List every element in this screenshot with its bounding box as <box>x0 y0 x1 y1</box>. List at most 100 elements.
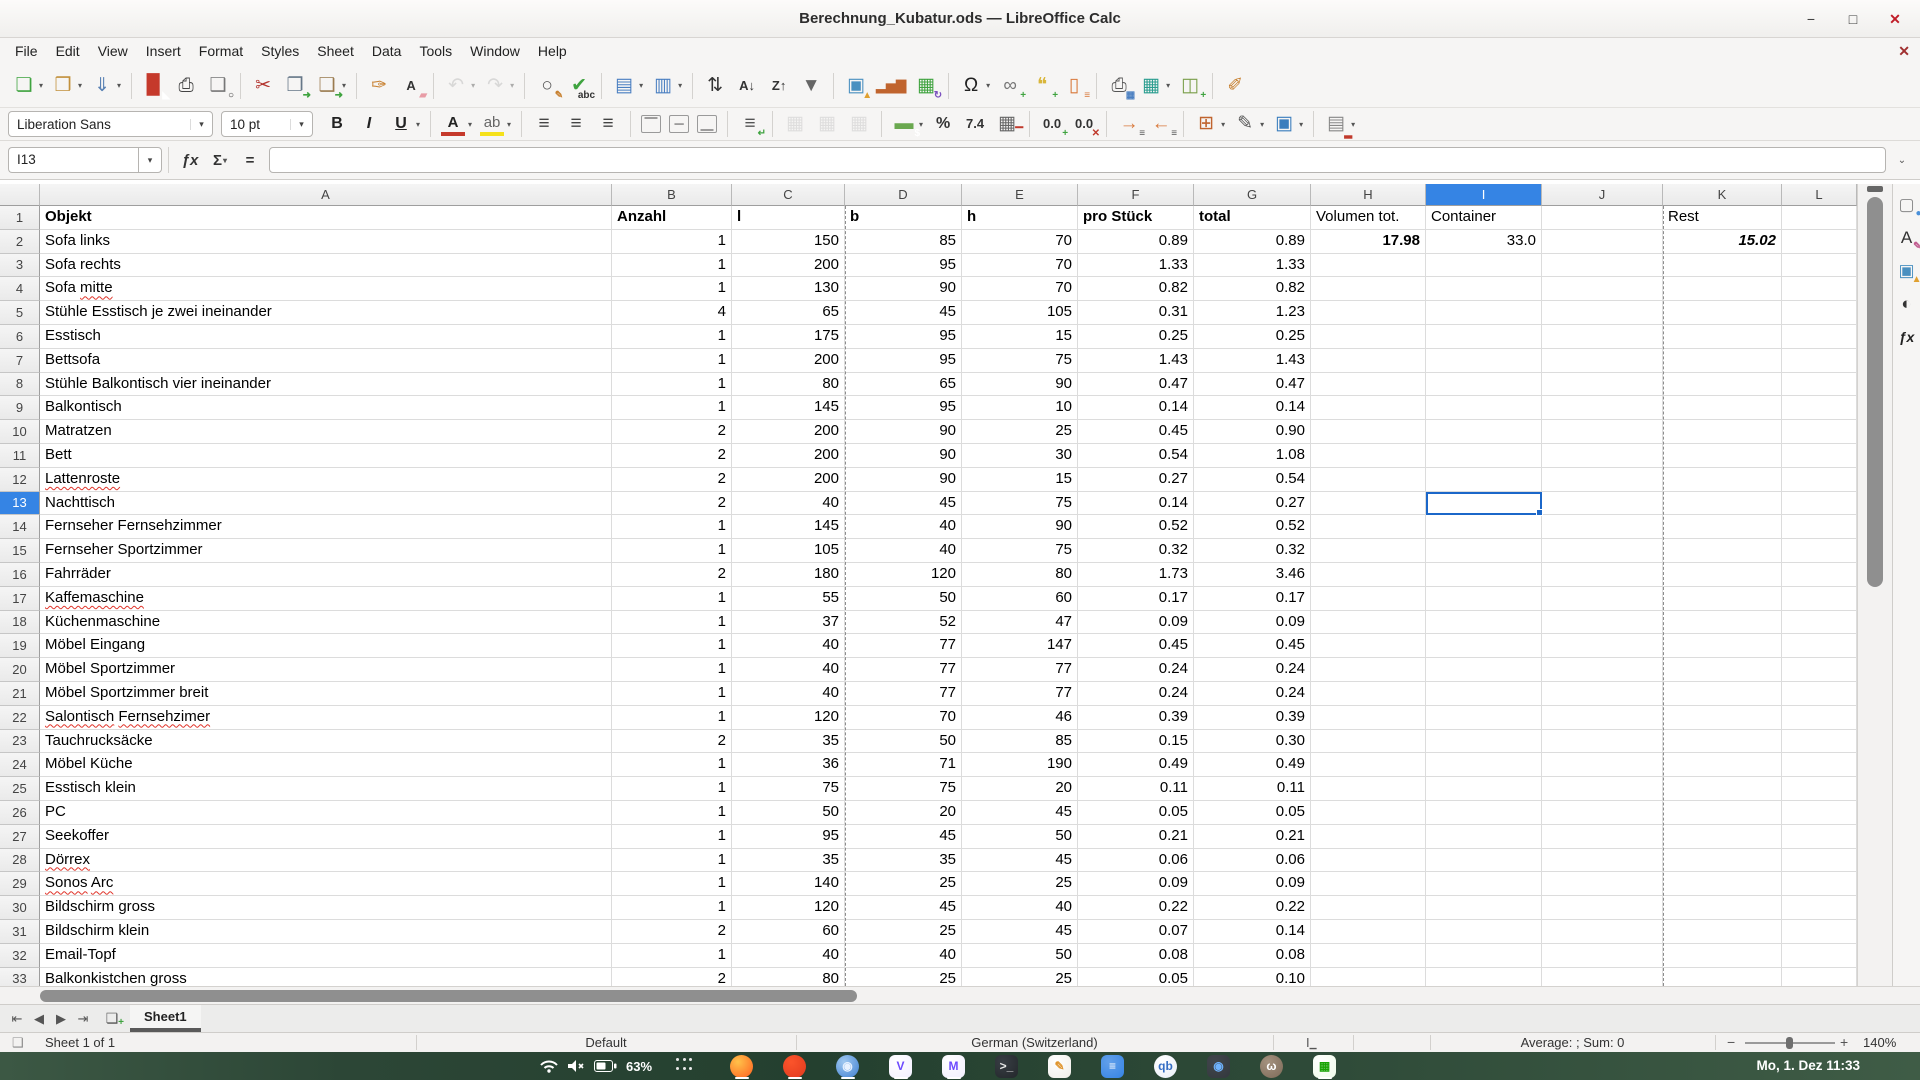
cell-A25[interactable]: Esstisch klein <box>40 777 612 801</box>
cell-A30[interactable]: Bildschirm gross <box>40 896 612 920</box>
cell-B1[interactable]: Anzahl <box>612 206 732 230</box>
cell-J14[interactable] <box>1542 515 1663 539</box>
cell-L30[interactable] <box>1782 896 1857 920</box>
cell-D16[interactable]: 120 <box>845 563 962 587</box>
column-header-I[interactable]: I <box>1426 184 1542 206</box>
cell-L14[interactable] <box>1782 515 1857 539</box>
cell-L2[interactable] <box>1782 230 1857 254</box>
cell-C7[interactable]: 200 <box>732 349 845 373</box>
cell-B23[interactable]: 2 <box>612 730 732 754</box>
cell-I15[interactable] <box>1426 539 1542 563</box>
gallery-icon[interactable]: ▣▲ <box>1895 259 1919 283</box>
cell-K31[interactable] <box>1663 920 1782 944</box>
cell-D20[interactable]: 77 <box>845 658 962 682</box>
column-header-B[interactable]: B <box>612 184 732 206</box>
cell-G23[interactable]: 0.30 <box>1194 730 1311 754</box>
italic-button[interactable]: I <box>353 108 385 140</box>
cell-H19[interactable] <box>1311 634 1426 658</box>
cell-H18[interactable] <box>1311 611 1426 635</box>
cell-A6[interactable]: Esstisch <box>40 325 612 349</box>
cell-B8[interactable]: 1 <box>612 373 732 397</box>
cell-C12[interactable]: 200 <box>732 468 845 492</box>
cell-B32[interactable]: 1 <box>612 944 732 968</box>
cell-D15[interactable]: 40 <box>845 539 962 563</box>
cell-K17[interactable] <box>1663 587 1782 611</box>
undo-button[interactable]: ↶▾ <box>440 70 479 102</box>
row-header-5[interactable]: 5 <box>0 301 40 325</box>
cell-E2[interactable]: 70 <box>962 230 1078 254</box>
row-header-18[interactable]: 18 <box>0 611 40 635</box>
cell-K10[interactable] <box>1663 420 1782 444</box>
taskbar-clock[interactable]: Mo, 1. Dez 11:33 <box>1756 1052 1860 1080</box>
cell-C17[interactable]: 55 <box>732 587 845 611</box>
cell-K19[interactable] <box>1663 634 1782 658</box>
cell-F20[interactable]: 0.24 <box>1078 658 1194 682</box>
cell-G12[interactable]: 0.54 <box>1194 468 1311 492</box>
menu-help[interactable]: Help <box>529 43 576 59</box>
average-sum-status[interactable]: Average: ; Sum: 0 <box>1430 1033 1715 1052</box>
cell-G7[interactable]: 1.43 <box>1194 349 1311 373</box>
row-header-27[interactable]: 27 <box>0 825 40 849</box>
cell-I33[interactable] <box>1426 968 1542 987</box>
cell-I6[interactable] <box>1426 325 1542 349</box>
cell-J32[interactable] <box>1542 944 1663 968</box>
row-header-12[interactable]: 12 <box>0 468 40 492</box>
cell-I30[interactable] <box>1426 896 1542 920</box>
currency-format-button[interactable]: ▬$▾ <box>888 108 927 140</box>
cell-H5[interactable] <box>1311 301 1426 325</box>
cell-J1[interactable] <box>1542 206 1663 230</box>
center-vertically-button[interactable]: ─ <box>665 108 693 140</box>
cell-K27[interactable] <box>1663 825 1782 849</box>
cell-C27[interactable]: 95 <box>732 825 845 849</box>
cell-L25[interactable] <box>1782 777 1857 801</box>
cell-A21[interactable]: Möbel Sportzimmer breit <box>40 682 612 706</box>
insert-chart-button[interactable]: ▂▅▇ <box>872 70 910 102</box>
cell-I23[interactable] <box>1426 730 1542 754</box>
cell-A22[interactable]: Salontisch Fernsehzimer <box>40 706 612 730</box>
cell-C3[interactable]: 200 <box>732 254 845 278</box>
cell-C29[interactable]: 140 <box>732 872 845 896</box>
redo-button[interactable]: ↷▾ <box>479 70 518 102</box>
cell-H8[interactable] <box>1311 373 1426 397</box>
cell-A11[interactable]: Bett <box>40 444 612 468</box>
cell-G33[interactable]: 0.10 <box>1194 968 1311 987</box>
cell-C23[interactable]: 35 <box>732 730 845 754</box>
cell-K29[interactable] <box>1663 872 1782 896</box>
menu-format[interactable]: Format <box>190 43 252 59</box>
cell-I18[interactable] <box>1426 611 1542 635</box>
cell-L16[interactable] <box>1782 563 1857 587</box>
row-header-30[interactable]: 30 <box>0 896 40 920</box>
cell-H24[interactable] <box>1311 753 1426 777</box>
cell-C8[interactable]: 80 <box>732 373 845 397</box>
decrease-indent-button[interactable]: ←≡ <box>1145 108 1177 140</box>
cell-K25[interactable] <box>1663 777 1782 801</box>
cell-B30[interactable]: 1 <box>612 896 732 920</box>
cell-G8[interactable]: 0.47 <box>1194 373 1311 397</box>
navigator-icon[interactable]: ◐ <box>1895 292 1919 316</box>
functions-icon[interactable]: ƒx <box>1895 325 1919 349</box>
cell-K32[interactable] <box>1663 944 1782 968</box>
cell-I11[interactable] <box>1426 444 1542 468</box>
cell-K13[interactable] <box>1663 492 1782 516</box>
cell-D32[interactable]: 40 <box>845 944 962 968</box>
cell-F14[interactable]: 0.52 <box>1078 515 1194 539</box>
cell-C13[interactable]: 40 <box>732 492 845 516</box>
cell-J31[interactable] <box>1542 920 1663 944</box>
cell-H20[interactable] <box>1311 658 1426 682</box>
previous-sheet-button[interactable]: ◀ <box>28 1011 50 1027</box>
align-top-button[interactable]: ⎺ <box>637 108 665 140</box>
row-header-22[interactable]: 22 <box>0 706 40 730</box>
cell-L32[interactable] <box>1782 944 1857 968</box>
first-sheet-button[interactable]: ⇤ <box>6 1011 28 1027</box>
cell-H33[interactable] <box>1311 968 1426 987</box>
cell-A8[interactable]: Stühle Balkontisch vier ineinander <box>40 373 612 397</box>
row-header-8[interactable]: 8 <box>0 373 40 397</box>
cell-H13[interactable] <box>1311 492 1426 516</box>
cell-L6[interactable] <box>1782 325 1857 349</box>
select-all-corner[interactable] <box>0 184 40 206</box>
cell-H23[interactable] <box>1311 730 1426 754</box>
conditional-formatting-button[interactable]: ▤▂▾ <box>1320 108 1359 140</box>
cell-E18[interactable]: 47 <box>962 611 1078 635</box>
cell-C33[interactable]: 80 <box>732 968 845 987</box>
sheet-number-status[interactable]: Sheet 1 of 1 <box>45 1033 115 1052</box>
